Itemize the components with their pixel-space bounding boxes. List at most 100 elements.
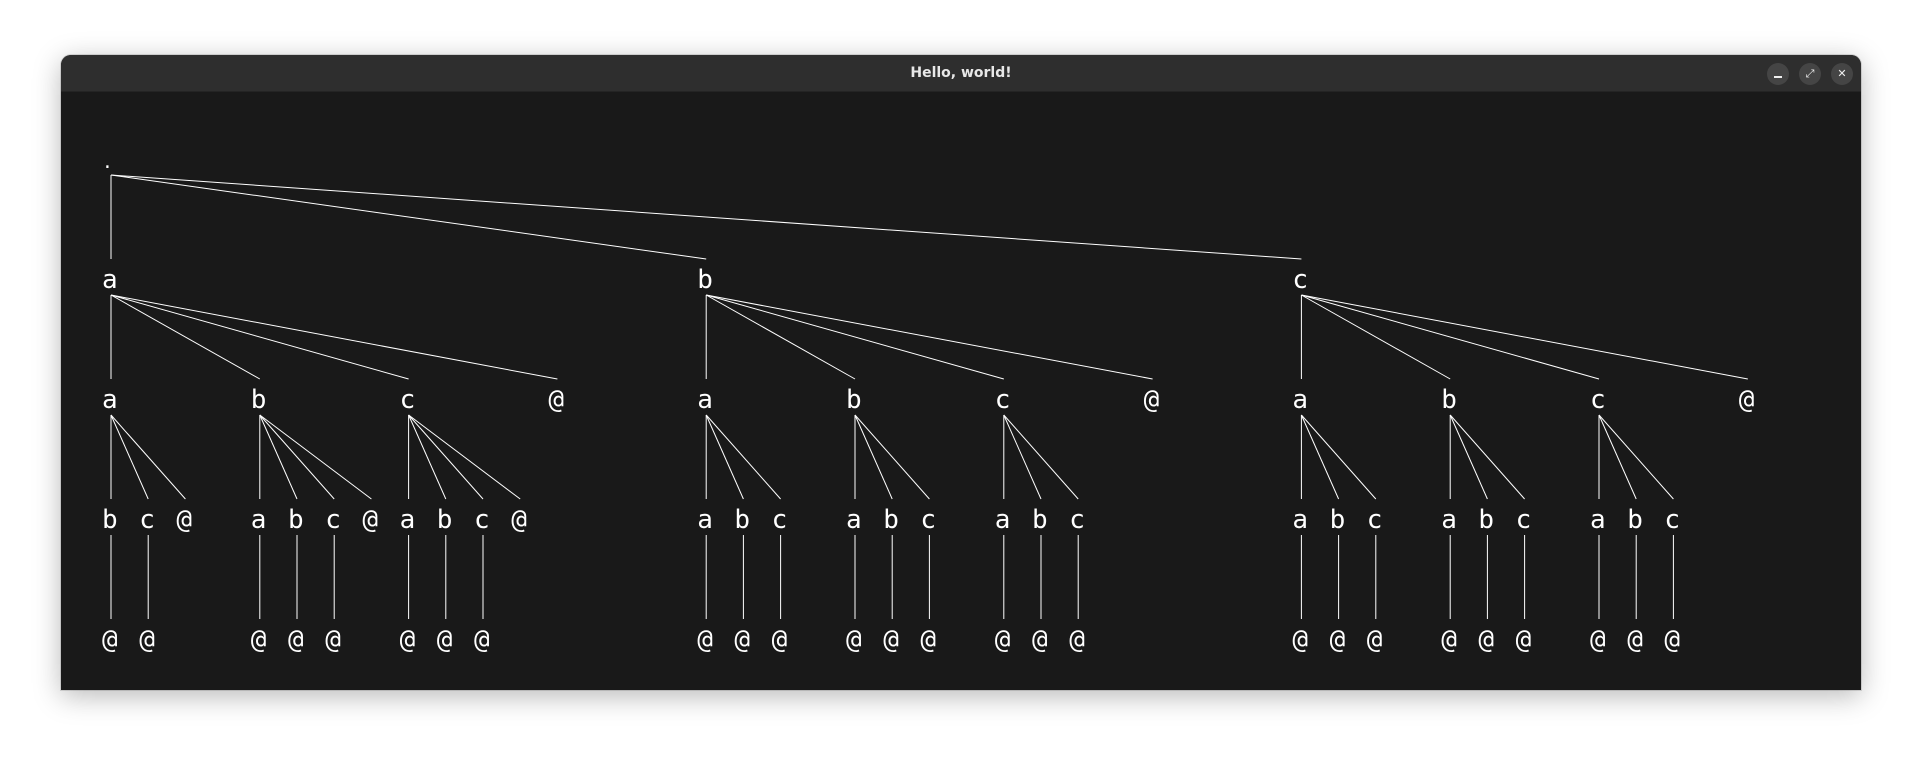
close-button[interactable]: ✕: [1831, 63, 1853, 85]
tree-node-root-1-2-0-0: @: [995, 625, 1011, 655]
tree-edge-root-0-3: [110, 294, 558, 380]
tree-edge-root-2-0-1: [1300, 414, 1340, 500]
tree-node-root-0-0-1: c: [139, 505, 155, 535]
minimize-button[interactable]: [1767, 63, 1789, 85]
tree-node-root-1-2-1-0: @: [1032, 625, 1048, 655]
app-window: Hello, world! ⤢ ✕ . a a b @ c @ @ b a @ b @ c @ @ c a @ b @ c…: [61, 55, 1861, 690]
tree-edge-root-0-2-3: [408, 414, 521, 500]
tree-node-root-1-1: b: [846, 385, 862, 415]
tree-edge-root-2-1: [1301, 294, 1451, 380]
tree-node-root-1-1-0: a: [846, 505, 862, 535]
tree-edge-root-2-2-2: [1598, 414, 1674, 500]
tree-node-root-1-2: c: [995, 385, 1011, 415]
tree-edge-root-1-1: [705, 294, 856, 380]
tree-node-root-0-0-0-0: @: [102, 625, 118, 655]
tree-node-root-1-2-1: b: [1032, 505, 1048, 535]
tree-node-root-2-1-2: c: [1516, 505, 1532, 535]
tree-node-root-2-2-0-0: @: [1590, 625, 1606, 655]
tree-diagram: .aab@c@@ba@b@c@@ca@b@c@@@baa@b@c@ba@b@c@…: [102, 152, 1755, 655]
tree-node-root-0-1-1: b: [288, 505, 304, 535]
tree-node-root-1-1-1-0: @: [883, 625, 899, 655]
tree-node-root-2-2-0: a: [1590, 505, 1606, 535]
tree-edge-root-0-1-3: [259, 414, 372, 500]
tree-node-root-0-2-2: c: [474, 505, 490, 535]
tree-node-root-0-2-0: a: [400, 505, 416, 535]
tree-edge-root-1-0-1: [705, 414, 744, 500]
tree-node-root-1-1-2-0: @: [920, 625, 936, 655]
tree-node-root-2: c: [1292, 265, 1308, 295]
tree-node-root-2-0-2-0: @: [1367, 625, 1383, 655]
tree-edge-root-2-1-1: [1449, 414, 1488, 500]
tree-node-root-0-2-0-0: @: [400, 625, 416, 655]
tree-node-root-1-3: @: [1144, 385, 1160, 415]
tree-node-root-0-2-3: @: [511, 505, 527, 535]
tree-node-root-1-1-0-0: @: [846, 625, 862, 655]
tree-node-root-1-0-0: a: [697, 505, 713, 535]
tree-edge-root-0-2-1: [408, 414, 447, 500]
title-bar[interactable]: Hello, world! ⤢ ✕: [61, 55, 1861, 92]
tree-edge-root-0-0-1: [110, 414, 149, 500]
tree-node-root-0-1-0: a: [251, 505, 267, 535]
tree-node-root-0-2-1-0: @: [437, 625, 453, 655]
tree-edge-root-1-2-2: [1003, 414, 1079, 500]
tree-node-root-1-1-1: b: [883, 505, 899, 535]
tree-edge-root-1-1-1: [854, 414, 893, 500]
tree-node-root-0-2: c: [400, 385, 416, 415]
tree-edge-root-0-0-2: [110, 414, 186, 500]
tree-edge-root-0-1-2: [259, 414, 335, 500]
tree-edge-root-1-2-1: [1003, 414, 1042, 500]
tree-edge-root-2: [110, 174, 1302, 260]
tree-node-root-1-0: a: [697, 385, 713, 415]
tree-node-root-1-0-1-0: @: [734, 625, 750, 655]
tree-edge-root-2-2: [1301, 294, 1600, 380]
tree-node-root-1: b: [697, 265, 713, 295]
maximize-button[interactable]: ⤢: [1799, 63, 1821, 85]
tree-node-root-2-1: b: [1441, 385, 1457, 415]
tree-node-root-0-1-2: c: [325, 505, 341, 535]
tree-node-root-1-0-2: c: [772, 505, 788, 535]
tree-node-root-0-0-2: @: [176, 505, 192, 535]
tree-node-root-0-1: b: [251, 385, 267, 415]
tree-node-root-2-3: @: [1739, 385, 1755, 415]
tree-edge-root-0-1-1: [259, 414, 298, 500]
tree-edge-root-2-2-1: [1598, 414, 1637, 500]
close-icon: ✕: [1837, 67, 1847, 80]
tree-node-root-1-2-0: a: [995, 505, 1011, 535]
tree-node-root-2-0-1-0: @: [1330, 625, 1346, 655]
tree-edge-root-1-2: [706, 294, 1004, 380]
tree-node-root-0-1-1-0: @: [288, 625, 304, 655]
tree-edge-root-1-1-2: [854, 414, 930, 500]
tree-node-root-2-2-2-0: @: [1664, 625, 1680, 655]
tree-node-root-1-2-2: c: [1069, 505, 1085, 535]
tree-node-root-1-2-2-0: @: [1069, 625, 1085, 655]
tree-edge-root-1: [110, 174, 707, 260]
tree-node-root-1-1-2: c: [920, 505, 936, 535]
tree-node-root-0-2-1: b: [437, 505, 453, 535]
tree-edge-root-0-2-2: [408, 414, 484, 500]
tree-node-root-2-0-0-0: @: [1292, 625, 1308, 655]
tree-node-root-1-0-2-0: @: [772, 625, 788, 655]
tree-node-root-0-1-2-0: @: [325, 625, 341, 655]
window-title: Hello, world!: [910, 65, 1012, 81]
tree-node-root-0-0-1-0: @: [139, 625, 155, 655]
tree-node-root-0-1-0-0: @: [251, 625, 267, 655]
tree-edge-root-2-1-2: [1449, 414, 1525, 500]
tree-node-root-2-1-1: b: [1478, 505, 1494, 535]
tree-edge-root-1-0-2: [705, 414, 781, 500]
tree-node-root-0-2-2-0: @: [474, 625, 490, 655]
tree-node-root-1-0-0-0: @: [697, 625, 713, 655]
tree-node-root-0-0-0: b: [102, 505, 118, 535]
tree-edge-root-0-1: [110, 294, 261, 380]
tree-node-root-2-0-1: b: [1330, 505, 1346, 535]
maximize-icon: ⤢: [1805, 67, 1815, 80]
tree-node-root-2-0: a: [1292, 385, 1308, 415]
tree-node-root-2-2: c: [1590, 385, 1606, 415]
tree-node-root-2-0-2: c: [1367, 505, 1383, 535]
tree-node-root-2-1-2-0: @: [1516, 625, 1532, 655]
tree-edge-root-0-2: [110, 294, 409, 380]
tree-node-root-2-2-1-0: @: [1627, 625, 1643, 655]
tree-edge-root-2-3: [1301, 294, 1748, 380]
tree-node-root-2-2-2: c: [1664, 505, 1680, 535]
tree-node-root-2-1-1-0: @: [1478, 625, 1494, 655]
tree-canvas: . a a b @ c @ @ b a @ b @ c @ @ c a @ b @ c @ @ @ b a a @ b @ c @ b a @ b @ c @…: [61, 91, 1861, 690]
